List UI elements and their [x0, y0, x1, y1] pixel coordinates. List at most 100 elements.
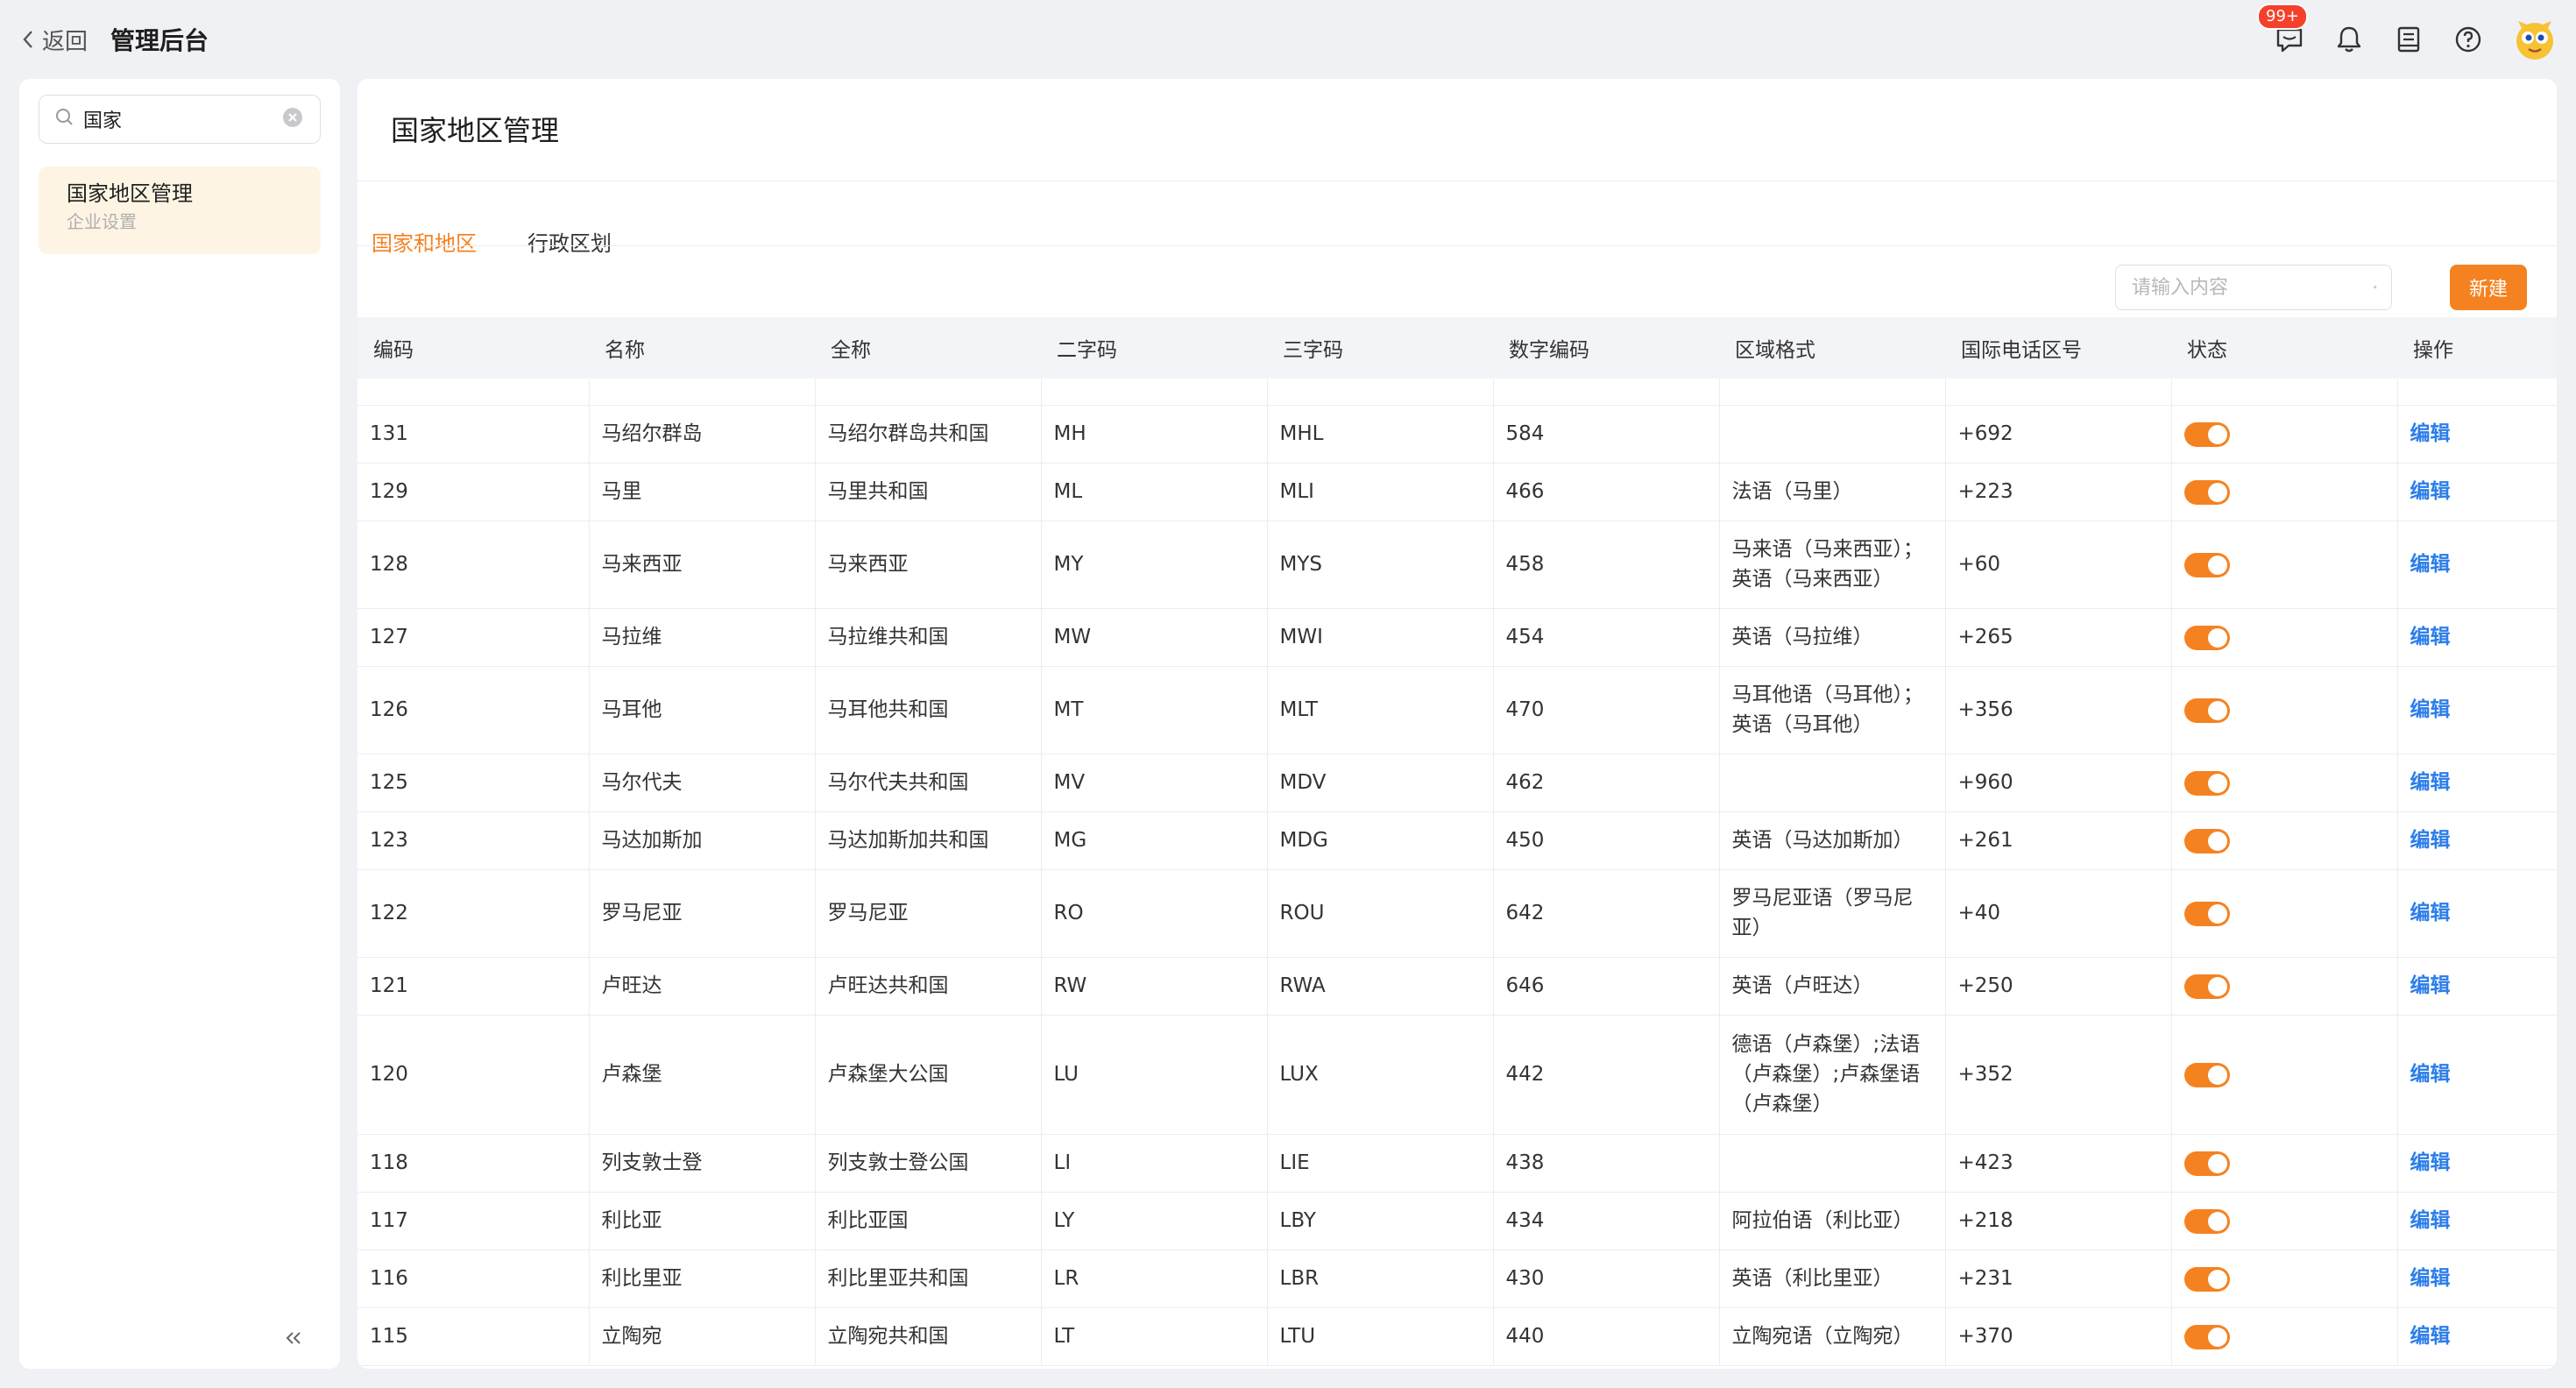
- notification-button[interactable]: [2332, 23, 2366, 56]
- cell-code: 129: [357, 463, 590, 521]
- cell-numeric-code: 470: [1493, 666, 1720, 754]
- cell-status: [2171, 666, 2398, 754]
- tab-admin-division[interactable]: 行政区划: [513, 182, 626, 326]
- cell-actions: 编辑: [2397, 1307, 2557, 1366]
- cell-alpha3: LTU: [1267, 1307, 1494, 1366]
- edit-link[interactable]: 编辑: [2410, 902, 2451, 924]
- search-icon[interactable]: [2374, 276, 2377, 299]
- table-row-partial: [357, 379, 2557, 406]
- column-header: 国际电话区号: [1945, 317, 2171, 379]
- status-toggle[interactable]: [2183, 421, 2230, 447]
- edit-link[interactable]: 编辑: [2410, 553, 2451, 576]
- cell-status: [2171, 957, 2398, 1016]
- cell-alpha2: MV: [1041, 754, 1268, 812]
- status-toggle[interactable]: [2183, 901, 2230, 926]
- cell-locale-format: 英语（马拉维）: [1719, 608, 1946, 667]
- cell-locale-format: 立陶宛语（立陶宛）: [1719, 1307, 1946, 1366]
- cell-name: 马绍尔群岛: [589, 405, 816, 464]
- status-toggle[interactable]: [2183, 1324, 2230, 1349]
- status-toggle[interactable]: [2183, 625, 2230, 650]
- cell-numeric-code: 450: [1493, 811, 1720, 870]
- cell-alpha3: MDV: [1267, 754, 1494, 812]
- cell-actions: 编辑: [2397, 754, 2557, 812]
- status-toggle[interactable]: [2183, 698, 2230, 723]
- status-toggle[interactable]: [2183, 1208, 2230, 1234]
- status-toggle[interactable]: [2183, 1062, 2230, 1087]
- status-toggle[interactable]: [2183, 974, 2230, 999]
- cell-full-name: 马来西亚: [815, 520, 1042, 609]
- status-toggle[interactable]: [2183, 1266, 2230, 1292]
- cell-phone-code: +261: [1945, 811, 2172, 870]
- cell-numeric-code: 584: [1493, 405, 1720, 464]
- cell-code: 126: [357, 666, 590, 754]
- cell-phone-code: +692: [1945, 405, 2172, 464]
- top-bar: 返回 管理后台 99+: [0, 0, 2576, 79]
- edit-link[interactable]: 编辑: [2410, 1209, 2451, 1232]
- cell-full-name: 卢旺达共和国: [815, 957, 1042, 1016]
- edit-link[interactable]: 编辑: [2410, 1325, 2451, 1348]
- edit-link[interactable]: 编辑: [2410, 698, 2451, 721]
- edit-link[interactable]: 编辑: [2410, 1063, 2451, 1086]
- table-row: 118 列支敦士登 列支敦士登公国 LI LIE 438 +423 编辑: [357, 1134, 2557, 1193]
- help-button[interactable]: [2452, 23, 2485, 56]
- app-title: 管理后台: [110, 26, 209, 55]
- clear-icon[interactable]: [280, 104, 306, 134]
- avatar[interactable]: [2511, 16, 2558, 63]
- cell-phone-code: +218: [1945, 1192, 2172, 1250]
- cell-phone-code: +423: [1945, 1134, 2172, 1193]
- cell-phone-code: +352: [1945, 1015, 2172, 1135]
- edit-link[interactable]: 编辑: [2410, 771, 2451, 794]
- cell-full-name: 马拉维共和国: [815, 608, 1042, 667]
- cell-locale-format: 法语（马里）: [1719, 463, 1946, 521]
- tab-country-region[interactable]: 国家和地区: [357, 182, 491, 326]
- status-toggle[interactable]: [2183, 479, 2230, 505]
- cell-status: [2171, 1250, 2398, 1308]
- message-button[interactable]: 99+: [2257, 4, 2308, 56]
- cell-locale-format: 马来语（马来西亚）；英语（马来西亚）: [1719, 520, 1946, 609]
- cell-code: 117: [357, 1192, 590, 1250]
- table-search-input[interactable]: [2130, 275, 2374, 300]
- cell-actions: 编辑: [2397, 1192, 2557, 1250]
- cell-locale-format: 英语（利比里亚）: [1719, 1250, 1946, 1308]
- sidebar-item-sublabel: 企业设置: [67, 211, 137, 232]
- edit-link[interactable]: 编辑: [2410, 422, 2451, 445]
- cell-full-name: 利比里亚共和国: [815, 1250, 1042, 1308]
- collapse-sidebar-button[interactable]: [282, 1327, 308, 1353]
- status-toggle[interactable]: [2183, 770, 2230, 796]
- table-container[interactable]: 编码 名称 全称 二字码 三字码 数字编码 区域格式 国际电话区号 状态 操作: [357, 317, 2557, 1369]
- country-table: 编码 名称 全称 二字码 三字码 数字编码 区域格式 国际电话区号 状态 操作: [357, 317, 2557, 1366]
- cell-actions: 编辑: [2397, 1134, 2557, 1193]
- edit-link[interactable]: 编辑: [2410, 829, 2451, 852]
- column-header: 三字码: [1267, 317, 1493, 379]
- cell-alpha3: LIE: [1267, 1134, 1494, 1193]
- divider: [357, 245, 2557, 246]
- table-row: 122 罗马尼亚 罗马尼亚 RO ROU 642 罗马尼亚语（罗马尼亚） +40 编辑: [357, 869, 2557, 958]
- document-button[interactable]: [2392, 23, 2425, 56]
- edit-link[interactable]: 编辑: [2410, 1267, 2451, 1290]
- edit-link[interactable]: 编辑: [2410, 1151, 2451, 1174]
- status-toggle[interactable]: [2183, 828, 2230, 853]
- new-button[interactable]: 新建: [2450, 265, 2527, 310]
- back-button[interactable]: 返回: [19, 23, 88, 56]
- cell-numeric-code: 438: [1493, 1134, 1720, 1193]
- edit-link[interactable]: 编辑: [2410, 626, 2451, 648]
- cell-alpha3: MYS: [1267, 520, 1494, 609]
- cell-alpha3: ROU: [1267, 869, 1494, 958]
- cell-locale-format: 英语（马达加斯加）: [1719, 811, 1946, 870]
- cell-alpha2: MT: [1041, 666, 1268, 754]
- cell-code: 128: [357, 520, 590, 609]
- cell-locale-format: 罗马尼亚语（罗马尼亚）: [1719, 869, 1946, 958]
- edit-link[interactable]: 编辑: [2410, 480, 2451, 503]
- cell-name: 利比亚: [589, 1192, 816, 1250]
- cell-name: 利比里亚: [589, 1250, 816, 1308]
- cell-name: 马来西亚: [589, 520, 816, 609]
- edit-link[interactable]: 编辑: [2410, 974, 2451, 997]
- cell-name: 马达加斯加: [589, 811, 816, 870]
- cell-numeric-code: 642: [1493, 869, 1720, 958]
- status-toggle[interactable]: [2183, 1151, 2230, 1176]
- cell-numeric-code: 442: [1493, 1015, 1720, 1135]
- sidebar-item-country-region[interactable]: 国家地区管理 企业设置: [39, 166, 321, 254]
- cell-phone-code: +265: [1945, 608, 2172, 667]
- status-toggle[interactable]: [2183, 552, 2230, 577]
- sidebar-search-input[interactable]: 国家: [39, 95, 321, 144]
